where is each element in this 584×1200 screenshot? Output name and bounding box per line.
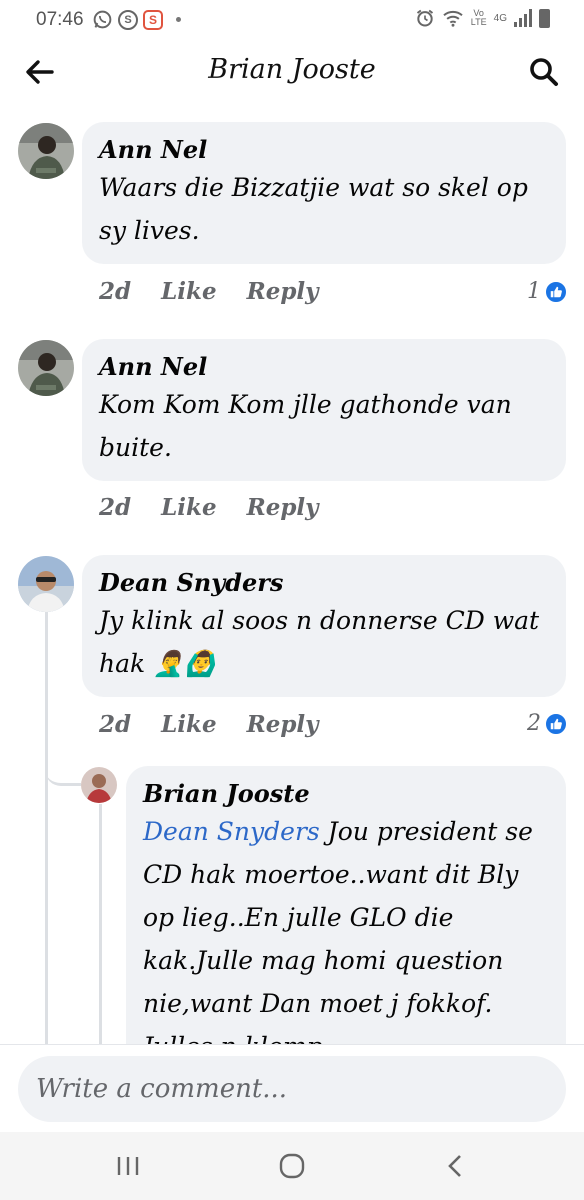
user-photo-icon [18, 340, 74, 396]
home-button[interactable] [272, 1148, 312, 1184]
comment-time: 2d [99, 278, 132, 305]
reply-button[interactable]: Reply [247, 711, 319, 738]
comment-time: 2d [99, 711, 132, 738]
s-square-icon: S [143, 9, 163, 30]
back-chevron-icon [448, 1155, 461, 1177]
thread-line [45, 612, 48, 1044]
search-icon [530, 58, 558, 86]
comment-author[interactable]: Ann Nel [99, 351, 550, 383]
battery-icon [539, 8, 550, 28]
reply-bubble: Brian Jooste Dean Snyders Jou president … [126, 766, 566, 1066]
recents-icon [117, 1157, 139, 1175]
like-button[interactable]: Like [161, 711, 216, 738]
reply-author[interactable]: Brian Jooste [143, 778, 550, 810]
reaction-number: 1 [527, 279, 541, 304]
comment-author[interactable]: Dean Snyders [99, 567, 550, 599]
back-nav-button[interactable] [436, 1148, 476, 1184]
comment-text: Waars die Bizzatjie wat so skel op sy li… [99, 173, 528, 245]
search-button[interactable] [526, 54, 562, 90]
comment-input[interactable]: Write a comment... [18, 1056, 566, 1122]
user-photo-icon [18, 556, 74, 612]
comment-bubble: Ann Nel Kom Kom Kom jlle gathonde van bu… [82, 339, 566, 481]
user-photo-icon [81, 767, 117, 803]
reply-connector [45, 740, 81, 786]
like-button[interactable]: Like [161, 278, 216, 305]
reaction-count[interactable]: 1 [527, 279, 568, 304]
comment-text: Jy klink al soos n donnerse CD wat hak 🤦… [99, 606, 540, 678]
reply-text: Dean Snyders Jou president se CD hak moe… [143, 810, 550, 1066]
reply-button[interactable]: Reply [247, 494, 319, 521]
reply-thread-line [99, 804, 102, 1044]
app-header: Brian Jooste [0, 40, 584, 104]
notification-icons: S S [92, 9, 181, 30]
reply-body: Jou president se CD hak moertoe..want di… [143, 817, 533, 1061]
thumbs-up-icon [544, 279, 568, 304]
comment-time: 2d [99, 494, 132, 521]
volte-icon: Vo LTE [470, 8, 487, 27]
system-icons: Vo LTE 4G [415, 8, 550, 28]
status-time: 07:46 [36, 9, 84, 30]
recent-apps-button[interactable] [108, 1148, 148, 1184]
comment-composer: Write a comment... [0, 1044, 584, 1132]
dot-icon [176, 17, 181, 22]
reaction-count[interactable]: 2 [527, 711, 568, 736]
4g-icon: 4G [493, 12, 507, 24]
thumbs-up-icon [544, 711, 568, 736]
avatar[interactable] [18, 123, 74, 179]
user-photo-icon [18, 123, 74, 179]
mention-link[interactable]: Dean Snyders [143, 817, 320, 846]
reaction-number: 2 [527, 711, 541, 736]
avatar[interactable] [81, 767, 117, 803]
comment-actions: 2d Like Reply [99, 494, 319, 521]
page-title: Brian Jooste [208, 54, 376, 85]
system-nav-bar [0, 1132, 584, 1200]
comment-actions: 2d Like Reply [99, 278, 319, 305]
comment-bubble: Dean Snyders Jy klink al soos n donnerse… [82, 555, 566, 697]
wifi-icon [442, 10, 463, 27]
avatar[interactable] [18, 556, 74, 612]
comment-bubble: Ann Nel Waars die Bizzatjie wat so skel … [82, 122, 566, 264]
signal-icon [514, 9, 532, 27]
alarm-icon [416, 9, 433, 27]
reply-button[interactable]: Reply [247, 278, 319, 305]
comment-text: Kom Kom Kom jlle gathonde van buite. [99, 390, 512, 462]
comment-actions: 2d Like Reply [99, 711, 319, 738]
comment-author[interactable]: Ann Nel [99, 134, 550, 166]
whatsapp-icon [93, 10, 112, 29]
status-bar: 07:46 S S Vo LTE 4G [0, 0, 584, 40]
avatar[interactable] [18, 340, 74, 396]
like-button[interactable]: Like [161, 494, 216, 521]
home-icon [279, 1153, 305, 1179]
s-icon: S [118, 9, 138, 30]
